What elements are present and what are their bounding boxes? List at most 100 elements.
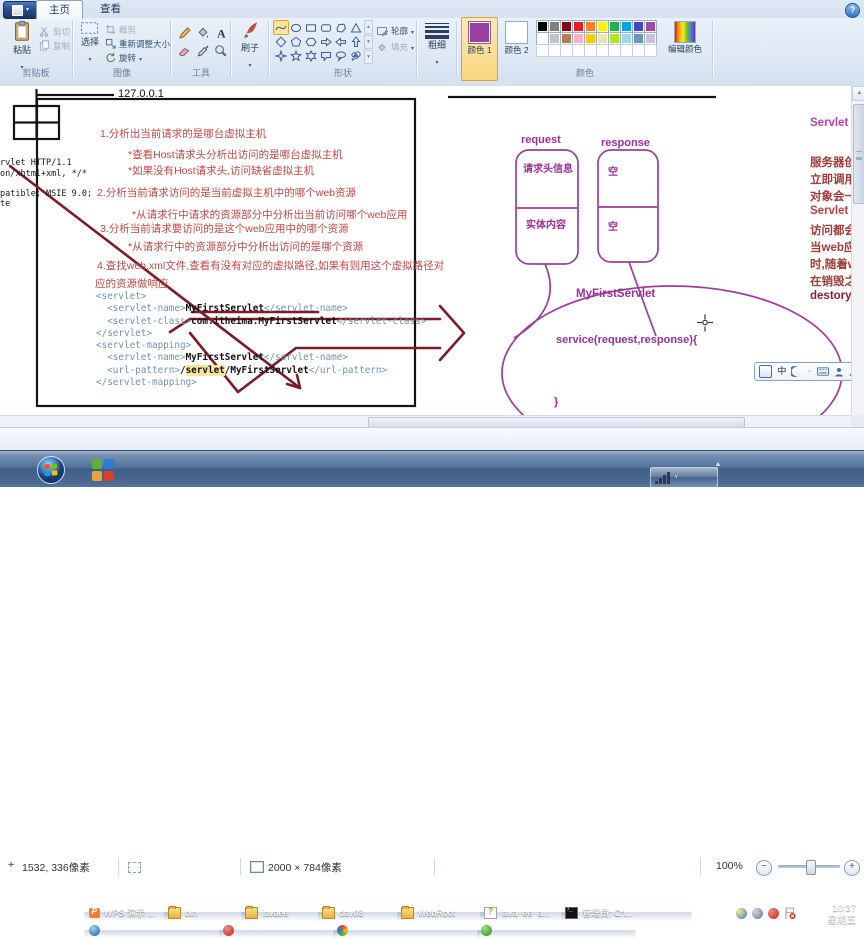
shapes-scroll[interactable]: ▲ ▼ ▼ [364, 20, 373, 64]
cut-button[interactable]: 剪切 [39, 25, 70, 38]
callout-oval-shape-icon[interactable] [333, 49, 349, 64]
ime-language-bar[interactable]: 中 ·· [754, 362, 864, 381]
taskbar-button[interactable]: WebRoot [396, 903, 486, 922]
copy-icon [39, 40, 50, 51]
zoom-out-button[interactable]: − [756, 860, 772, 876]
taskbar-button[interactable]: day03 [317, 903, 403, 922]
magnifier-icon[interactable] [211, 41, 230, 59]
star-4-shape-icon[interactable] [273, 49, 289, 64]
star-6-shape-icon[interactable] [303, 49, 319, 64]
color2-swatch [505, 21, 528, 44]
zoom-slider-thumb[interactable] [806, 860, 816, 875]
fill-bucket-icon[interactable] [193, 23, 212, 41]
shape-fill-button[interactable]: 填充 [376, 40, 414, 53]
resize-button[interactable]: 重新调整大小 [105, 37, 170, 50]
scroll-more-icon[interactable]: ▼ [364, 50, 373, 64]
polygon-shape-icon[interactable] [333, 20, 349, 35]
keyboard-icon[interactable] [816, 367, 829, 376]
ime-logo-icon[interactable] [759, 365, 773, 378]
status-separator [118, 858, 119, 875]
tray-app-icon[interactable] [768, 908, 779, 919]
application-menu-button[interactable]: ▾ [3, 1, 38, 19]
app-sphere-icon [337, 925, 348, 936]
app-blue-icon [89, 925, 100, 936]
taskbar-button[interactable] [84, 922, 224, 939]
oval-shape-icon[interactable] [288, 20, 304, 35]
shape-outline-button[interactable]: 轮廓 [376, 24, 414, 37]
half-moon-icon[interactable] [791, 366, 802, 377]
arrow-right-shape-icon[interactable] [318, 34, 334, 49]
vertical-scrollbar-thumb[interactable] [853, 104, 864, 204]
color-picker-icon[interactable] [193, 41, 212, 59]
tab-home[interactable]: 主页 [36, 0, 83, 19]
chinese-mode-icon[interactable]: 中 [777, 364, 786, 379]
hexagon-shape-icon[interactable] [303, 34, 319, 49]
curve-shape-icon[interactable] [273, 20, 289, 35]
diamond-shape-icon[interactable] [273, 34, 289, 49]
clipboard-group-label: 剪贴板 [22, 68, 50, 78]
action-center-flag-icon[interactable] [784, 907, 796, 920]
tray-app-icon[interactable] [752, 908, 763, 919]
triangle-shape-icon[interactable] [348, 20, 364, 35]
callout-cloud-shape-icon[interactable] [348, 49, 364, 64]
tools-group-label: 工具 [191, 68, 210, 78]
arrow-up-shape-icon[interactable] [348, 34, 364, 49]
zoom-in-button[interactable]: + [844, 860, 860, 876]
pencil-icon[interactable] [175, 23, 194, 41]
tray-app-icon[interactable] [736, 908, 747, 919]
paint-file-icon [11, 4, 23, 16]
tab-view[interactable]: 查看 [88, 0, 133, 18]
callout-rounded-shape-icon[interactable] [318, 49, 334, 64]
taskbar-button[interactable] [218, 922, 338, 939]
taskbar-button[interactable]: 管理员: C:\... [560, 903, 692, 922]
svg-text:A: A [217, 26, 226, 40]
text-icon[interactable]: A [211, 23, 230, 41]
rectangle-shape-icon[interactable] [303, 20, 319, 35]
crosshair-cursor [697, 314, 713, 332]
folder-icon [245, 905, 258, 919]
taskbar-button[interactable]: bin [163, 903, 247, 922]
taskbar-button[interactable] [332, 922, 482, 939]
punctuation-icon[interactable]: ·· [807, 364, 812, 379]
rounded-rectangle-shape-icon[interactable] [318, 20, 334, 35]
ribbon: ▾ 主页 查看 粘贴 剪切 复制 剪贴板 选择 裁剪 重新调整大小 旋转 图像 … [0, 0, 864, 87]
scroll-down-icon[interactable]: ▼ [364, 35, 373, 49]
size-button[interactable]: 粗细 [420, 21, 454, 69]
taskbar-button-label: bin [185, 907, 198, 918]
copy-button[interactable]: 复制 [39, 39, 70, 52]
chevron-down-icon [139, 53, 142, 63]
star-5-shape-icon[interactable] [288, 49, 304, 64]
eraser-icon[interactable] [175, 41, 194, 59]
taskbar-button[interactable] [476, 922, 636, 939]
scroll-up-icon[interactable]: ▲ [364, 20, 373, 34]
vertical-scrollbar[interactable]: ▲ [851, 86, 864, 415]
pentagon-shape-icon[interactable] [288, 34, 304, 49]
rotate-button[interactable]: 旋转 [105, 51, 142, 64]
help-icon[interactable]: ? [845, 3, 860, 18]
group-separator [72, 21, 73, 77]
scroll-up-icon[interactable]: ▲ [852, 86, 864, 101]
crop-button[interactable]: 裁剪 [105, 23, 136, 36]
status-bar: + 1532, 336像素 2000 × 784像素 100% − + [0, 427, 864, 876]
select-button[interactable]: 选择 [76, 20, 104, 66]
app-green-icon [481, 925, 492, 936]
person-icon[interactable] [834, 367, 844, 377]
network-meter-button[interactable]: ᵞ [650, 467, 718, 488]
grid-app-icon[interactable] [92, 459, 114, 481]
chevron-down-icon [411, 42, 414, 52]
taskbar-button[interactable]: javaee [240, 903, 324, 922]
group-separator [170, 21, 171, 77]
clock-time: 10:37 [832, 903, 856, 914]
palette-empty-slot[interactable] [644, 44, 657, 57]
taskbar-clock[interactable]: 10:37 星期五 [827, 903, 856, 927]
brushes-button[interactable]: 刷子 [234, 20, 266, 72]
scissors-icon [40, 27, 49, 37]
arrow-left-shape-icon[interactable] [333, 34, 349, 49]
taskbar-button[interactable]: java_ee_a... [479, 903, 567, 922]
brush-icon [243, 22, 257, 38]
status-separator [240, 858, 241, 875]
show-hidden-icons[interactable]: ▴ [716, 459, 720, 468]
taskbar-button[interactable]: WPS 演示 ... [84, 903, 170, 922]
start-button[interactable] [36, 455, 66, 485]
color-palette [536, 20, 657, 57]
